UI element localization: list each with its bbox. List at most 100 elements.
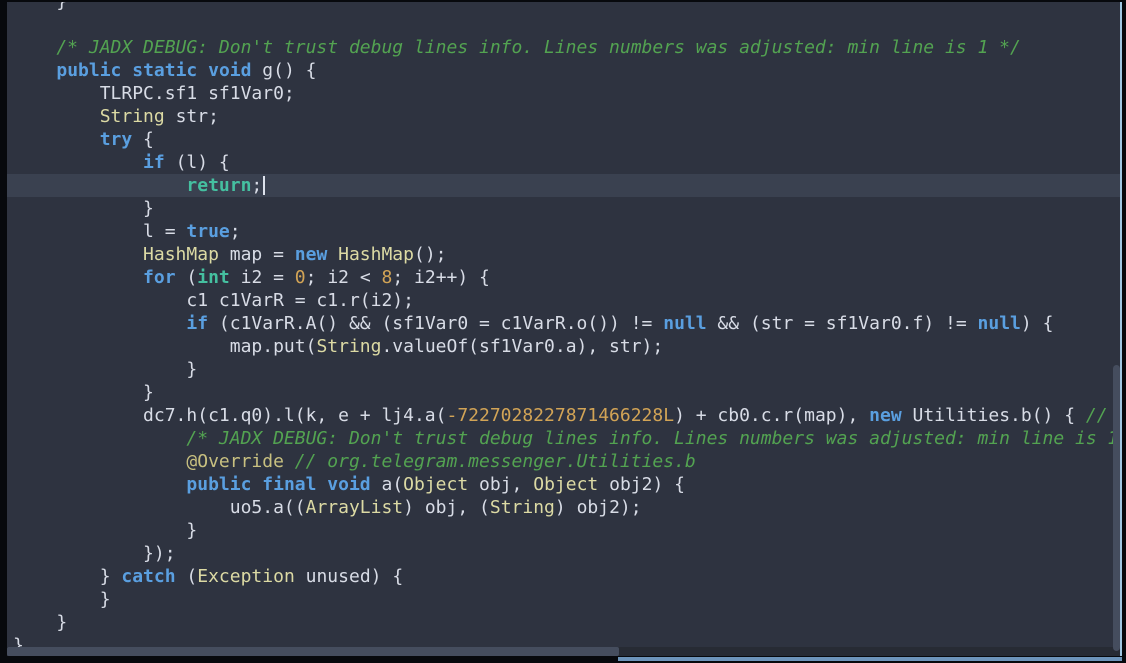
- code-token-kw: null: [663, 313, 706, 334]
- code-token-plain: (: [176, 267, 198, 288]
- code-token-ty: Object: [533, 474, 598, 495]
- code-token-plain: [13, 474, 186, 495]
- code-token-plain: [284, 451, 295, 472]
- code-token-com: /* JADX DEBUG: Don't trust debug lines i…: [13, 37, 1021, 58]
- code-token-plain: ;: [251, 175, 262, 196]
- code-line[interactable]: public final void a(Object obj, Object o…: [7, 473, 1120, 496]
- code-token-plain: Utilities.b() {: [902, 405, 1086, 426]
- code-token-kw: new: [869, 405, 902, 426]
- code-line[interactable]: l = true;: [7, 220, 1120, 243]
- code-token-plain: [13, 129, 100, 150]
- code-token-kw: public: [186, 474, 251, 495]
- code-token-plain: [13, 428, 186, 449]
- code-token-plain: }: [13, 2, 67, 12]
- code-line[interactable]: });: [7, 542, 1120, 565]
- code-token-kw: new: [295, 244, 328, 265]
- code-line[interactable]: }: [7, 358, 1120, 381]
- horizontal-scrollbar-thumb[interactable]: [7, 647, 619, 656]
- code-token-plain: TLRPC.sf1 sf1Var0;: [13, 83, 295, 104]
- code-token-plain: c1 c1VarR = c1.r(i2);: [13, 290, 414, 311]
- code-token-plain: a(: [371, 474, 404, 495]
- code-line[interactable]: /* JADX DEBUG: Don't trust debug lines i…: [7, 36, 1120, 59]
- code-token-kw: for: [143, 267, 176, 288]
- code-line[interactable]: }: [7, 197, 1120, 220]
- code-token-plain: }: [13, 566, 121, 587]
- code-token-plain: [327, 244, 338, 265]
- code-token-com: /* JADX DEBUG: Don't trust debug lines i…: [186, 428, 1122, 449]
- code-token-num: 0: [295, 267, 306, 288]
- code-line[interactable]: }: [7, 2, 1120, 13]
- code-token-plain: map =: [219, 244, 295, 265]
- code-line[interactable]: }: [7, 381, 1120, 404]
- code-line[interactable]: }: [7, 519, 1120, 542]
- code-token-plain: [197, 60, 208, 81]
- code-token-plain: [251, 474, 262, 495]
- code-line[interactable]: /* JADX DEBUG: Don't trust debug lines i…: [7, 427, 1120, 450]
- code-area[interactable]: } /* JADX DEBUG: Don't trust debug lines…: [7, 2, 1120, 656]
- code-token-plain: ) obj2);: [555, 497, 642, 518]
- code-line[interactable]: }: [7, 611, 1120, 634]
- code-line[interactable]: }: [7, 588, 1120, 611]
- code-token-ty: HashMap: [338, 244, 414, 265]
- code-token-plain: [13, 244, 143, 265]
- code-line[interactable]: if (c1VarR.A() && (sf1Var0 = c1VarR.o())…: [7, 312, 1120, 335]
- code-token-kw: catch: [121, 566, 175, 587]
- code-token-plain: l =: [13, 221, 186, 242]
- code-token-plain: ();: [414, 244, 447, 265]
- code-editor-panel[interactable]: } /* JADX DEBUG: Don't trust debug lines…: [7, 2, 1122, 656]
- code-line[interactable]: map.put(String.valueOf(sf1Var0.a), str);: [7, 335, 1120, 358]
- code-token-ty: Object: [403, 474, 468, 495]
- code-token-plain: obj,: [468, 474, 533, 495]
- bottom-accent-line: [618, 657, 1122, 661]
- code-token-ty: ArrayList: [306, 497, 404, 518]
- code-line[interactable]: HashMap map = new HashMap();: [7, 243, 1120, 266]
- code-token-plain: ) obj, (: [403, 497, 490, 518]
- code-line[interactable]: } catch (Exception unused) {: [7, 565, 1120, 588]
- vertical-scrollbar-thumb[interactable]: [1113, 365, 1120, 651]
- code-token-kw: void: [327, 474, 370, 495]
- code-line[interactable]: TLRPC.sf1 sf1Var0;: [7, 82, 1120, 105]
- code-token-ty: String: [316, 336, 381, 357]
- code-token-plain: {: [132, 129, 154, 150]
- code-token-ty: Exception: [197, 566, 295, 587]
- code-token-plain: ; i2++) {: [392, 267, 490, 288]
- code-line[interactable]: try {: [7, 128, 1120, 151]
- code-line[interactable]: @Override // org.telegram.messenger.Util…: [7, 450, 1120, 473]
- code-token-kw: null: [978, 313, 1021, 334]
- code-token-plain: }: [13, 589, 111, 610]
- code-line[interactable]: public static void g() {: [7, 59, 1120, 82]
- code-line[interactable]: dc7.h(c1.q0).l(k, e + lj4.a(-72270282278…: [7, 404, 1120, 427]
- code-line[interactable]: String str;: [7, 105, 1120, 128]
- code-token-plain: (c1VarR.A() && (sf1Var0 = c1VarR.o()) !=: [208, 313, 663, 334]
- code-token-plain: dc7.h(c1.q0).l(k, e + lj4.a(: [13, 405, 446, 426]
- code-token-com: // org.telegram.messenger.Utilities.b: [295, 451, 696, 472]
- code-line[interactable]: c1 c1VarR = c1.r(i2);: [7, 289, 1120, 312]
- code-token-kw: final: [262, 474, 316, 495]
- code-token-plain: [13, 267, 143, 288]
- code-token-kw: true: [186, 221, 229, 242]
- code-token-kw: static: [132, 60, 197, 81]
- code-token-plain: }: [13, 359, 197, 380]
- code-token-ann: @Override: [186, 451, 284, 472]
- code-line[interactable]: if (l) {: [7, 151, 1120, 174]
- code-line[interactable]: return;: [7, 174, 1120, 197]
- code-token-plain: [13, 106, 100, 127]
- code-token-ty: String: [490, 497, 555, 518]
- code-token-plain: [13, 451, 186, 472]
- code-token-plain: });: [13, 543, 176, 564]
- code-token-kw: void: [208, 60, 251, 81]
- jadx-code-viewer-window: { "editor": { "language": "java", "curre…: [0, 0, 1126, 663]
- code-token-plain: [13, 313, 186, 334]
- text-cursor: [263, 176, 265, 195]
- code-token-plain: }: [13, 382, 154, 403]
- code-token-plain: }: [13, 198, 154, 219]
- code-token-com: //: [1086, 405, 1108, 426]
- code-token-plain: obj2) {: [598, 474, 685, 495]
- code-token-ty: String: [100, 106, 165, 127]
- code-line[interactable]: uo5.a((ArrayList) obj, (String) obj2);: [7, 496, 1120, 519]
- horizontal-scrollbar[interactable]: [7, 647, 1120, 656]
- code-token-plain: && (str = sf1Var0.f) !=: [707, 313, 978, 334]
- code-line[interactable]: [7, 13, 1120, 36]
- code-token-ty: HashMap: [143, 244, 219, 265]
- code-line[interactable]: for (int i2 = 0; i2 < 8; i2++) {: [7, 266, 1120, 289]
